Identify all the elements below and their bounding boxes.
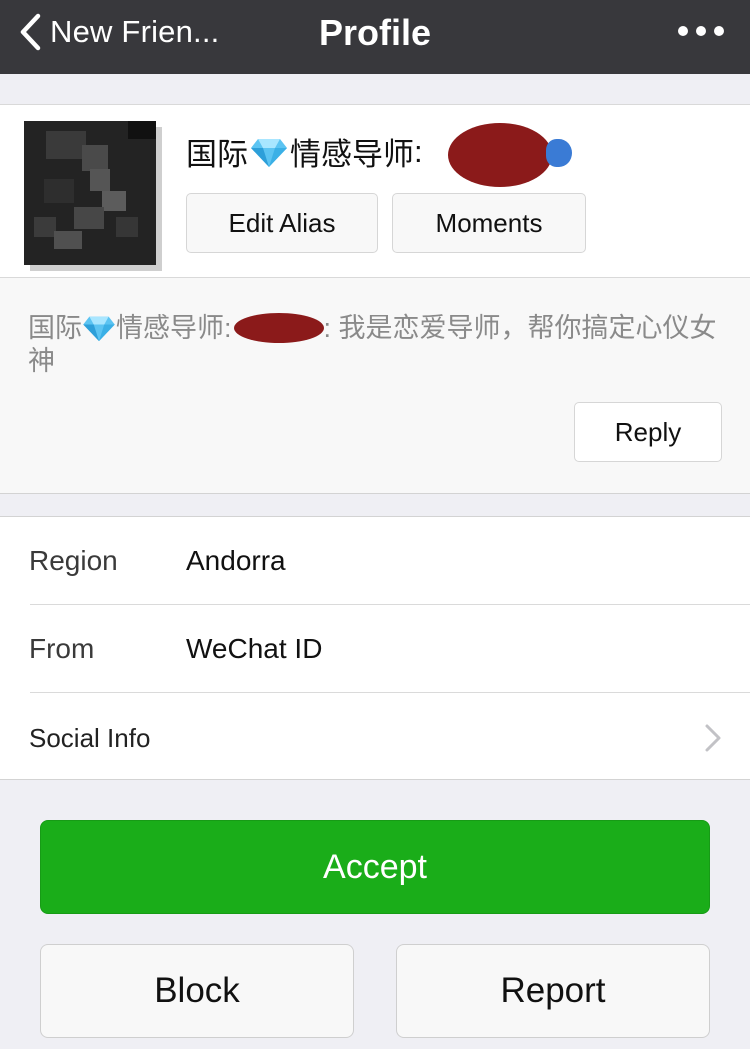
info-row-social-info[interactable]: Social Info: [0, 693, 750, 781]
moments-button[interactable]: Moments: [392, 193, 586, 253]
block-button[interactable]: Block: [40, 944, 354, 1038]
redaction-mark: [448, 123, 552, 187]
from-value: WeChat ID: [186, 633, 323, 664]
region-label: Region: [29, 545, 118, 576]
diamond-icon: [250, 136, 288, 168]
chevron-right-icon: [704, 723, 722, 753]
back-button-label: New Frien...: [50, 14, 220, 49]
more-dot: [696, 26, 706, 36]
info-row-from: From WeChat ID: [0, 605, 750, 693]
message-sender-prefix: 国际: [28, 313, 82, 343]
accept-button[interactable]: Accept: [40, 820, 710, 914]
more-dot: [678, 26, 688, 36]
edit-alias-button[interactable]: Edit Alias: [186, 193, 378, 253]
region-value: Andorra: [186, 545, 286, 576]
info-list: Region Andorra From WeChat ID Social Inf…: [0, 516, 750, 780]
contact-name-colon: :: [414, 133, 423, 169]
social-info-label: Social Info: [29, 723, 151, 753]
message-sender-middle: 情感导师: [116, 313, 224, 343]
avatar[interactable]: [24, 121, 156, 265]
message-sender-colon: :: [224, 313, 232, 343]
info-row-region: Region Andorra: [0, 517, 750, 605]
diamond-icon: [82, 314, 116, 342]
more-dots-icon[interactable]: [678, 22, 724, 40]
message-text: 国际 情感导师:: 我是恋爱导师，帮你搞定心仪女神: [28, 312, 718, 378]
back-button[interactable]: New Frien...: [18, 10, 220, 54]
chevron-left-icon: [20, 13, 41, 51]
reply-button[interactable]: Reply: [574, 402, 722, 462]
contact-name-prefix: 国际: [186, 137, 248, 172]
friend-request-message: 国际 情感导师:: 我是恋爱导师，帮你搞定心仪女神 Reply: [0, 278, 750, 494]
redaction-mark-blue: [546, 139, 572, 167]
contact-name-middle: 情感导师: [290, 137, 414, 172]
from-label: From: [29, 633, 95, 664]
contact-name: 国际 情感导师 :: [186, 129, 423, 174]
report-button[interactable]: Report: [396, 944, 710, 1038]
more-dot: [714, 26, 724, 36]
redaction-mark: [233, 313, 324, 343]
profile-header: 国际 情感导师 : Edit Alias Moments: [0, 104, 750, 278]
navigation-bar: New Frien... Profile: [0, 0, 750, 74]
